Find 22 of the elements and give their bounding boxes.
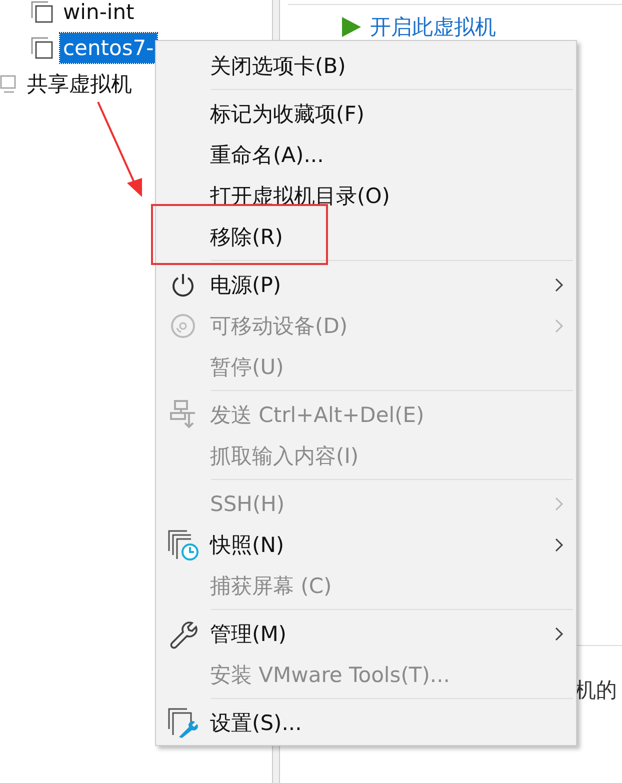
network-send-icon [169,398,197,430]
menu-item[interactable]: 关闭选项卡(B) [156,45,576,86]
vm-icon [30,36,54,60]
disc-icon [170,312,196,338]
vm-icon [30,0,54,24]
tree-item[interactable]: 共享虚拟机 [24,69,135,99]
settings-icon [167,706,199,738]
menu-item[interactable]: 重命名(A)... [156,134,576,175]
menu-item[interactable]: 电源(P) [156,264,576,305]
tree-item[interactable]: centos7- [60,33,157,63]
wrench-icon [168,618,198,648]
power-icon [170,272,196,298]
play-icon [340,16,362,38]
menu-item[interactable]: 管理(M) [156,613,576,654]
tree-item[interactable]: win-int [60,0,138,27]
description-text: 机的 [575,678,617,702]
menu-item[interactable]: 移除(R) [156,216,576,257]
menu-item[interactable]: 设置(S)... [156,702,576,743]
menu-item[interactable]: 标记为收藏项(F) [156,93,576,134]
menu-item[interactable]: 快照(N) [156,524,576,565]
power-on-link[interactable]: 开启此虚拟机 [370,15,496,39]
snapshot-icon [167,528,199,560]
